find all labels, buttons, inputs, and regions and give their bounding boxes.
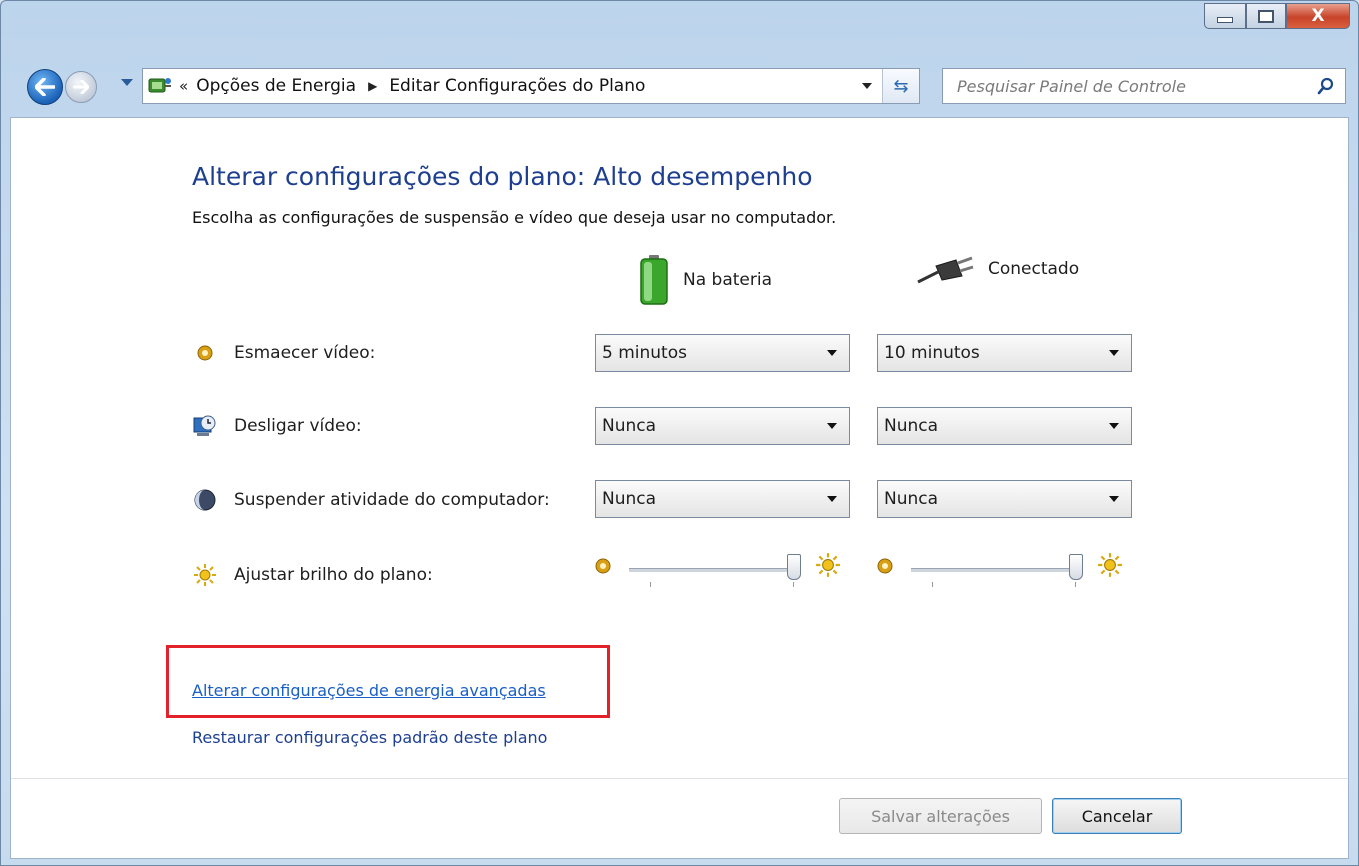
- dim-display-plugged-select[interactable]: 10 minutos: [877, 334, 1132, 372]
- sleep-row-label: Suspender atividade do computador:: [192, 487, 550, 513]
- dim-display-plugged-value: 10 minutos: [884, 343, 980, 363]
- refresh-button[interactable]: ⇆: [882, 69, 919, 103]
- bright-brightness-icon: [816, 553, 840, 577]
- display-off-label: Desligar vídeo:: [234, 416, 362, 436]
- dim-brightness-icon: [595, 558, 611, 574]
- sleep-plugged-select[interactable]: Nunca: [877, 480, 1132, 518]
- brightness-battery-slider[interactable]: [595, 546, 855, 590]
- slider-tick: [793, 582, 794, 587]
- cancel-button[interactable]: Cancelar: [1052, 798, 1182, 834]
- sleep-battery-value: Nunca: [602, 489, 657, 509]
- breadcrumb-power-options[interactable]: Opções de Energia: [196, 76, 356, 96]
- advanced-power-settings-link[interactable]: Alterar configurações de energia avançad…: [192, 681, 546, 700]
- dim-display-battery-select[interactable]: 5 minutos: [595, 334, 850, 372]
- address-bar[interactable]: « Opções de Energia ▶ Editar Configuraçõ…: [142, 68, 920, 104]
- dim-display-label: Esmaecer vídeo:: [234, 343, 376, 363]
- slider-track[interactable]: [629, 568, 799, 572]
- dim-brightness-icon: [877, 558, 893, 574]
- battery-column-label: Na bateria: [683, 270, 773, 290]
- slider-tick: [650, 582, 651, 587]
- page-title: Alterar configurações do plano: Alto des…: [192, 162, 813, 191]
- brightness-row-label: Ajustar brilho do plano:: [192, 562, 433, 588]
- display-off-plugged-value: Nunca: [884, 416, 939, 436]
- refresh-icon: ⇆: [893, 75, 909, 97]
- save-changes-button[interactable]: Salvar alterações: [839, 798, 1042, 834]
- chevron-down-icon: [827, 350, 837, 356]
- close-icon: X: [1311, 6, 1325, 26]
- navigation-bar: « Opções de Energia ▶ Editar Configuraçõ…: [1, 63, 1358, 109]
- main-content: Alterar configurações do plano: Alto des…: [10, 117, 1349, 859]
- display-off-row-label: Desligar vídeo:: [192, 413, 362, 439]
- slider-thumb[interactable]: [1069, 554, 1083, 580]
- breadcrumb-overflow[interactable]: «: [179, 77, 188, 95]
- chevron-down-icon: [1109, 423, 1119, 429]
- slider-thumb[interactable]: [787, 554, 801, 580]
- slider-tick: [1075, 582, 1076, 587]
- chevron-down-icon: [862, 83, 872, 89]
- restore-defaults-link[interactable]: Restaurar configurações padrão deste pla…: [192, 728, 547, 747]
- plugged-column-label: Conectado: [988, 259, 1080, 279]
- back-button[interactable]: [27, 69, 63, 105]
- bright-brightness-icon: [1098, 553, 1122, 577]
- minimize-button[interactable]: [1204, 3, 1246, 29]
- display-off-battery-select[interactable]: Nunca: [595, 407, 850, 445]
- footer-divider: [11, 778, 1348, 779]
- display-off-plugged-select[interactable]: Nunca: [877, 407, 1132, 445]
- maximize-button[interactable]: [1246, 3, 1286, 29]
- chevron-down-icon: [1109, 496, 1119, 502]
- battery-icon: [640, 255, 668, 305]
- window-controls: X: [1204, 3, 1350, 29]
- address-dropdown-button[interactable]: [853, 69, 881, 103]
- chevron-down-icon: [827, 496, 837, 502]
- brightness-plugged-slider[interactable]: [877, 546, 1137, 590]
- dim-display-row-label: Esmaecer vídeo:: [192, 340, 375, 366]
- page-subtitle: Escolha as configurações de suspensão e …: [192, 208, 837, 227]
- slider-track[interactable]: [911, 568, 1081, 572]
- plugged-column-header: Conectado: [916, 254, 1079, 284]
- minimize-icon: [1217, 17, 1233, 23]
- back-arrow-icon: [35, 78, 55, 96]
- maximize-icon: [1258, 9, 1274, 23]
- close-button[interactable]: X: [1286, 3, 1350, 29]
- control-panel-window: X « Opções de Energia ▶ Editar Configura…: [0, 0, 1359, 866]
- breadcrumb-separator-icon[interactable]: ▶: [368, 79, 377, 93]
- forward-arrow-icon: [73, 80, 89, 94]
- brightness-icon: [192, 562, 218, 588]
- display-off-icon: [192, 413, 218, 439]
- power-options-icon: [148, 78, 171, 93]
- dim-display-icon: [192, 340, 218, 366]
- slider-tick: [932, 582, 933, 587]
- power-plug-icon: [917, 256, 974, 284]
- dim-display-battery-value: 5 minutos: [602, 343, 687, 363]
- battery-column-header: Na bateria: [639, 254, 772, 306]
- chevron-down-icon: [827, 423, 837, 429]
- search-box: [942, 68, 1346, 104]
- history-dropdown-icon[interactable]: [121, 79, 133, 86]
- search-input[interactable]: [943, 75, 1319, 97]
- chevron-down-icon: [1109, 350, 1119, 356]
- breadcrumb-edit-plan-settings[interactable]: Editar Configurações do Plano: [389, 76, 645, 96]
- brightness-label: Ajustar brilho do plano:: [234, 565, 433, 585]
- forward-button[interactable]: [65, 71, 97, 103]
- sleep-plugged-value: Nunca: [884, 489, 939, 509]
- display-off-battery-value: Nunca: [602, 416, 657, 436]
- sleep-icon: [192, 487, 218, 513]
- sleep-battery-select[interactable]: Nunca: [595, 480, 850, 518]
- search-icon[interactable]: [1317, 77, 1335, 95]
- sleep-label: Suspender atividade do computador:: [234, 490, 550, 510]
